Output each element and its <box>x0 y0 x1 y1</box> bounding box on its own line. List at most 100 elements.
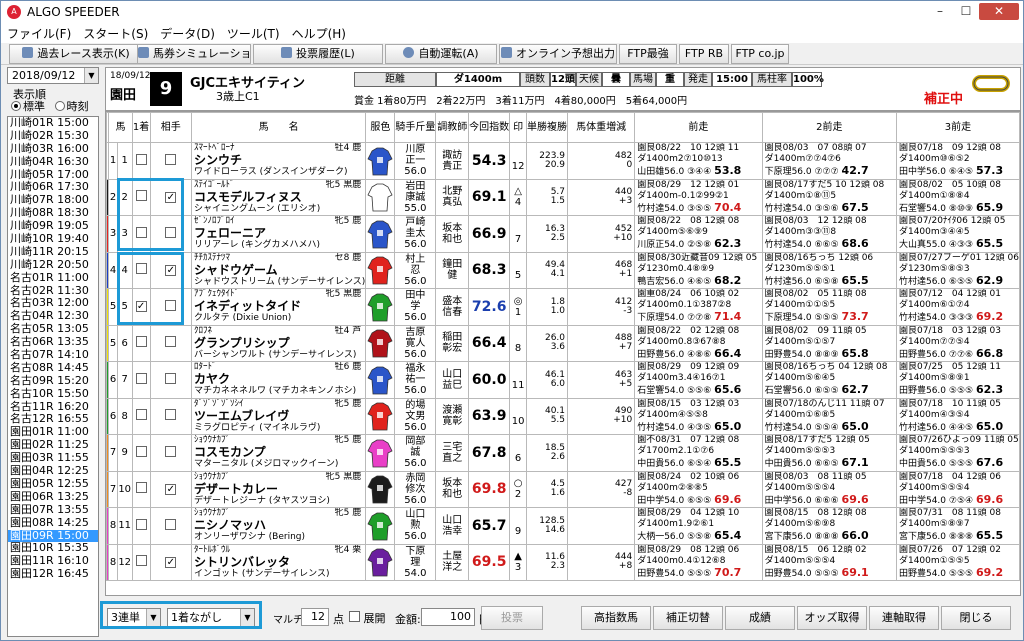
horse-info[interactable]: ｼｮｳｳﾅｶﾌﾟ 牝5 鹿コスモカンプ マターニタル (メジロマックイーン) <box>190 434 367 472</box>
prev1[interactable]: 園重08/24 06 10頭 02 ダ1400m0.1①387②8 下原理54.0 … <box>634 288 763 326</box>
first-checkbox[interactable] <box>131 361 151 399</box>
maximize-button[interactable]: ☐ <box>953 3 979 20</box>
first-checkbox[interactable] <box>131 142 151 180</box>
race-list-item[interactable]: 園田12R 16:45 <box>8 567 98 581</box>
first-checkbox[interactable] <box>131 543 151 581</box>
first-checkbox[interactable] <box>131 324 151 362</box>
col-prev2[interactable]: 2前走 <box>761 112 897 143</box>
first-checkbox[interactable] <box>131 507 151 545</box>
race-list-item[interactable]: 川崎10R 19:40 <box>8 232 98 246</box>
horse-info[interactable]: ｱﾌﾞｸｪｳﾀｲﾄﾞ 牝5 黒鹿 イネディットタイド クルタテ (Dixie Unio… <box>190 288 367 326</box>
race-list-item[interactable]: 園田06R 13:25 <box>8 490 98 504</box>
horse-info[interactable]: ｽﾏｰﾄﾍﾞﾛｰﾅ 牡4 鹿シンウチ ワイドローラス (ダンスインザダーク) <box>190 142 367 180</box>
partner-checkbox[interactable] <box>149 361 192 399</box>
horse-info[interactable]: ﾀｰﾄﾙﾎﾞｳﾙ 牝4 栗シトリンバレッタ インゴット (サンデーサイレンス) <box>190 543 367 581</box>
horse-info[interactable]: ｾﾞﾝﾉﾛﾌﾞﾛｲ 牝5 鹿フェローニア リリアーレ (キングカメハメハ) <box>190 215 367 253</box>
race-list-item[interactable]: 園田05R 12:55 <box>8 477 98 491</box>
table-row[interactable]: 8 12 ✓ ﾀｰﾄﾙﾎﾞｳﾙ 牝4 栗シトリンバレッタ インゴット (サンデーサイレンス… <box>106 543 1020 581</box>
menu-file[interactable]: ファイル(F) <box>1 25 77 42</box>
results-button[interactable]: 成績 <box>725 606 795 630</box>
prev2[interactable]: 園良08/03 07 08頭 07 ダ1400m⑦⑦4⑦6 下原理56.0 ⑦⑦⑦ … <box>761 142 897 180</box>
prev3[interactable]: 園良07/18 04 12頭 06 ダ1400m⑤⑤⑤4 田中学54.0 ⑦⑤④ 6… <box>895 470 1020 508</box>
prev2[interactable]: 園良08/17すだ5 10 12頭 08 ダ1400m①⑧⑪5 竹村達54.0 ③⑤… <box>761 178 897 216</box>
prev1[interactable]: 園良08/15 03 12頭 03 ダ1400m④⑤⑤8 竹村達54.0 ④③⑤ 6… <box>634 397 763 435</box>
first-checkbox[interactable] <box>131 434 151 472</box>
race-list-item[interactable]: 名古01R 11:00 <box>8 271 98 285</box>
prev3[interactable]: 園良07/31 08 11頭 08 ダ1400m⑤⑧⑨7 宮下康56.0 ⑧⑧⑧ 6… <box>895 507 1020 545</box>
menu-start[interactable]: スタート(S) <box>77 25 154 42</box>
col-trainer[interactable]: 調教師 <box>435 112 470 143</box>
prev3[interactable]: 園良07/25 05 12頭 11 ダ1400m⑤⑧⑨1 田野豊56.0 ⑤⑤⑤ 6… <box>895 361 1020 399</box>
prev2[interactable]: 園良08/02 05 11頭 08 ダ1400m①①⑤5 下原理54.0 ⑤⑤⑤ 7… <box>761 288 897 326</box>
prev1[interactable]: 園良08/29 09 12頭 09 ダ1400m3.4④16⑦1 石堂響54.0 ⑤… <box>634 361 763 399</box>
partner-checkbox[interactable] <box>149 142 192 180</box>
menu-help[interactable]: ヘルプ(H) <box>286 25 352 42</box>
close-dialog-button[interactable]: 閉じる <box>941 606 1011 630</box>
prev3[interactable]: 園良07/27ブーゲ01 12頭 06 ダ1230m⑤⑧⑤3 竹村達56.0 ⑥⑤⑤… <box>895 251 1020 289</box>
race-list-item[interactable]: 川崎02R 15:30 <box>8 129 98 143</box>
table-row[interactable]: 2 2 ✓ ｽﾃｲｺﾞｰﾙﾄﾞ 牝5 黒鹿 コスモデルフィヌス シャイニングムーン (エリシ… <box>106 178 1020 216</box>
race-list-item[interactable]: 名古10R 15:50 <box>8 387 98 401</box>
prev1[interactable]: 園良08/22 02 12頭 08 ダ1400m0.8③67⑧8 田野豊56.0 ④… <box>634 324 763 362</box>
prev3[interactable]: 園良07/18 03 12頭 03 ダ1400m⑦⑦⑤4 田野豊56.0 ⑦⑦⑥ 6… <box>895 324 1020 362</box>
horse-info[interactable]: ﾛﾀｰﾄﾞ 牡6 鹿カヤク マチカネネネルワ (マチカネキンノホシ) <box>190 361 367 399</box>
race-list-item[interactable]: 名古07R 14:10 <box>8 348 98 362</box>
race-list[interactable]: 川崎01R 15:00 川崎02R 15:30 川崎03R 16:00 川崎04R 1… <box>7 116 99 637</box>
col-horse-name[interactable]: 馬 名 <box>190 112 367 143</box>
prev2[interactable]: 園良08/03 12 12頭 08 ダ1400m③③⑪8 竹村達54.0 ⑥⑥⑤ 6… <box>761 215 897 253</box>
table-row[interactable]: 7 10 ✓ ｼｮｳｳﾅｶﾌﾟ 牝5 黒鹿 デザートカレー デザートレジーナ (タヤスツヨシ… <box>106 470 1020 508</box>
get-odds-button[interactable]: オッズ取得 <box>797 606 867 630</box>
partner-checkbox[interactable] <box>149 324 192 362</box>
menu-tools[interactable]: ツール(T) <box>221 25 286 42</box>
partner-checkbox[interactable]: ✓ <box>149 178 192 216</box>
partner-checkbox[interactable] <box>149 288 192 326</box>
hosei-toggle-button[interactable]: 補正切替 <box>653 606 723 630</box>
horse-info[interactable]: ﾁﾁｶｽﾃﾅﾂﾏ セ8 鹿シャドウゲーム シャドウストリーム (サンデーサイレンス) <box>190 251 367 289</box>
horse-info[interactable]: ｼｮｳｳﾅｶﾌﾟ 牝5 黒鹿 デザートカレー デザートレジーナ (タヤスツヨシ) <box>190 470 367 508</box>
partner-checkbox[interactable] <box>149 434 192 472</box>
prev1[interactable]: 園良08/29 04 12頭 10 ダ1400m1.9②⑥1 大柄一56.0 ⑤⑤⑧… <box>634 507 763 545</box>
col-odds[interactable]: 単勝複勝 <box>526 112 569 143</box>
prev3[interactable]: 園良07/20ﾅｲﾀ06 12頭 05 ダ1400m③④④5 大山真55.0 ④③③… <box>895 215 1020 253</box>
menu-data[interactable]: データ(D) <box>154 25 221 42</box>
horse-info[interactable]: ｽﾃｲｺﾞｰﾙﾄﾞ 牝5 黒鹿 コスモデルフィヌス シャイニングムーン (エリシオ) <box>190 178 367 216</box>
first-checkbox[interactable] <box>131 397 151 435</box>
prev1[interactable]: 園不08/31 07 12頭 08 ダ1700m2.1①⑦6 中田貴56.0 ⑥⑤④… <box>634 434 763 472</box>
order-time-radio[interactable]: 時刻 <box>54 100 89 113</box>
table-row[interactable]: 7 9 ｼｮｳｳﾅｶﾌﾟ 牝5 鹿コスモカンプ マターニタル (メジロマックイーン) 岡部… <box>106 434 1020 472</box>
prev1[interactable]: 園良08/22 08 12頭 08 ダ1400m⑤⑥⑨9 川原正54.0 ②⑤⑧ 6… <box>634 215 763 253</box>
partner-checkbox[interactable] <box>149 507 192 545</box>
expand-checkbox[interactable]: 展開 <box>349 610 386 626</box>
auto-run-button[interactable]: 自動運転(A) <box>385 44 497 64</box>
prev2[interactable]: 園良08/15 08 12頭 08 ダ1400m⑤⑥⑨8 宮下康56.0 ⑧⑧⑧ 6… <box>761 507 897 545</box>
partner-checkbox[interactable]: ✓ <box>149 251 192 289</box>
col-weight[interactable]: 馬体重増減 <box>567 112 636 143</box>
prev1[interactable]: 園良08/24 02 10頭 06 ダ1400m②⑧⑧5 田中学54.0 ⑥⑤⑤ 6… <box>634 470 763 508</box>
race-list-item[interactable]: 園田07R 13:55 <box>8 503 98 517</box>
prev1[interactable]: 園良08/29 12 12頭 01 ダ1400m-0.1②99②1 竹村達54.0 … <box>634 178 763 216</box>
prev3[interactable]: 園良07/18 10 11頭 05 ダ1400m④③⑤4 竹村達56.0 ④④⑤ 6… <box>895 397 1020 435</box>
partner-checkbox[interactable]: ✓ <box>149 470 192 508</box>
prev3[interactable]: 園良07/26ひよっ09 11頭 05 ダ1400m⑤⑤⑤3 中田貴56.0 ⑤⑤⑤… <box>895 434 1020 472</box>
table-row[interactable]: 1 1 ｽﾏｰﾄﾍﾞﾛｰﾅ 牡4 鹿シンウチ ワイドローラス (ダンスインザダーク) 川原… <box>106 142 1020 180</box>
prev3[interactable]: 園良08/02 05 10頭 08 ダ1400m①⑧⑧4 石堂響54.0 ⑧⑩⑨ 6… <box>895 178 1020 216</box>
race-list-item[interactable]: 名古08R 14:45 <box>8 361 98 375</box>
table-row[interactable]: 5 6 ｸﾛﾌﾈ 牡4 芦グランプリシップ バーシャンワルト (サンデーサイレンス) 吉原… <box>106 324 1020 362</box>
prev2[interactable]: 園良08/02 09 11頭 05 ダ1400m⑤①⑤7 田野豊54.0 ⑧⑧⑨ 6… <box>761 324 897 362</box>
past-race-button[interactable]: 過去レース表示(K) <box>9 44 143 64</box>
horse-info[interactable]: ﾀﾞｿﾞｿﾞｿﾞｿｼｲ 牝5 鹿ツーエムブレイヴ ミラグロピティ (マイネルラヴ) <box>190 397 367 435</box>
first-checkbox[interactable] <box>131 470 151 508</box>
first-checkbox[interactable]: ✓ <box>131 288 151 326</box>
get-axis-button[interactable]: 連軸取得 <box>869 606 939 630</box>
table-row[interactable]: 8 11 ｼｮｳｳﾅｶﾌﾟ 牝5 鹿ニシノマッハ オンリーザワシナ (Bering) 山口… <box>106 507 1020 545</box>
col-prev1[interactable]: 前走 <box>634 112 763 143</box>
bet-simulation-button[interactable]: 馬券シミュレーション(B) <box>137 44 251 64</box>
partner-checkbox[interactable] <box>149 215 192 253</box>
col-jockey[interactable]: 騎手斤量 <box>394 112 437 143</box>
col-mark[interactable]: 印 <box>509 112 528 143</box>
online-forecast-button[interactable]: オンライン予想出力 <box>499 44 617 64</box>
partner-checkbox[interactable]: ✓ <box>149 543 192 581</box>
prev3[interactable]: 園良07/18 09 12頭 08 ダ1400m⑩⑥⑤2 田中学56.0 ⑥④⑤ 5… <box>895 142 1020 180</box>
prev3[interactable]: 園良07/12 04 12頭 01 ダ1400m⑥①⑦4 竹村達54.0 ③③③ 6… <box>895 288 1020 326</box>
prev1[interactable]: 園良08/30近藏音09 12頭 05 ダ1230m0.4⑧⑨9 鴨吉宏56.0 ④… <box>634 251 763 289</box>
